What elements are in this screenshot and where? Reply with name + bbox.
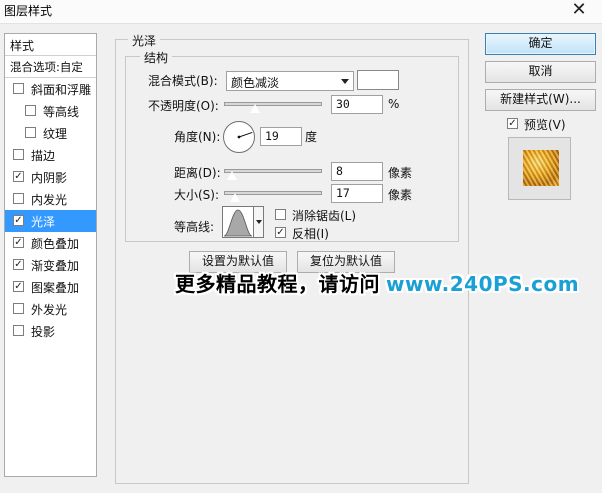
blend-mode-select[interactable]: 颜色减淡 (226, 71, 354, 91)
checkbox-box[interactable]: ✓ (507, 118, 518, 129)
style-item[interactable]: 投影 (5, 320, 96, 342)
chevron-down-icon (341, 79, 349, 84)
style-item-label: 等高线 (43, 105, 80, 119)
style-item[interactable]: 内发光 (5, 188, 96, 210)
size-unit: 像素 (388, 188, 413, 202)
invert-checkbox[interactable]: ✓ 反相(I) (275, 225, 329, 242)
anti-aliased-checkbox[interactable]: 消除锯齿(L) (275, 207, 356, 224)
opacity-label: 不透明度(O): (148, 99, 219, 113)
opacity-slider[interactable] (224, 102, 322, 113)
chevron-down-icon (256, 220, 262, 224)
blend-color-swatch[interactable] (357, 70, 399, 90)
style-item-checkbox[interactable]: ✓ (13, 171, 24, 182)
satin-section: 光泽 结构 混合模式(B): 颜色减淡 不透明度(O): 30 % 角度(N): (115, 32, 469, 484)
size-input[interactable]: 17 (331, 184, 383, 203)
style-item-label: 外发光 (31, 303, 68, 317)
style-item-checkbox[interactable] (25, 127, 36, 138)
style-item[interactable]: 纹理 (5, 122, 96, 144)
contour-dropdown[interactable] (254, 206, 264, 238)
style-item-checkbox[interactable] (13, 303, 24, 314)
style-item[interactable]: ✓ 内阴影 (5, 166, 96, 188)
watermark: 更多精品教程，请访问 www.240PS.com (175, 268, 579, 297)
distance-slider-thumb[interactable] (227, 171, 237, 180)
size-slider[interactable] (224, 191, 322, 202)
style-item-label: 纹理 (43, 127, 68, 141)
style-item[interactable]: 斜面和浮雕 (5, 78, 96, 100)
style-item-checkbox[interactable]: ✓ (13, 281, 24, 292)
blend-mode-label: 混合模式(B): (148, 74, 218, 88)
ok-button[interactable]: 确定 (485, 33, 596, 55)
distance-input[interactable]: 8 (331, 162, 383, 181)
blending-options-item[interactable]: 混合选项:自定 (5, 56, 96, 78)
style-item-label: 渐变叠加 (31, 259, 80, 273)
style-item-checkbox[interactable]: ✓ (13, 215, 24, 226)
window-title: 图层样式 (4, 4, 53, 18)
contour-label: 等高线: (174, 220, 215, 234)
style-item-label: 光泽 (31, 215, 56, 229)
style-item-label: 投影 (31, 325, 56, 339)
opacity-unit: % (388, 97, 400, 111)
watermark-url: www.240PS.com (386, 272, 580, 296)
size-label: 大小(S): (174, 188, 220, 202)
style-item[interactable]: 描边 (5, 144, 96, 166)
size-slider-thumb[interactable] (230, 193, 240, 202)
style-item-label: 颜色叠加 (31, 237, 80, 251)
style-item-label: 图案叠加 (31, 281, 80, 295)
style-item[interactable]: ✓ 渐变叠加 (5, 254, 96, 276)
contour-picker[interactable] (222, 206, 254, 238)
style-item-label: 内阴影 (31, 171, 68, 185)
angle-unit: 度 (305, 130, 318, 144)
structure-group-title: 结构 (140, 49, 173, 66)
style-item-checkbox[interactable] (13, 325, 24, 336)
preview-checkbox[interactable]: ✓ 预览(V) (507, 116, 566, 133)
style-item[interactable]: 等高线 (5, 100, 96, 122)
style-item[interactable]: ✓ 图案叠加 (5, 276, 96, 298)
opacity-slider-thumb[interactable] (250, 104, 260, 113)
title-bar: 图层样式 ✕ (0, 0, 602, 24)
contour-curve-icon (223, 209, 253, 237)
angle-input[interactable]: 19 (260, 127, 302, 146)
watermark-text: 更多精品教程，请访问 (175, 272, 380, 296)
style-item[interactable]: ✓ 光泽 (5, 210, 96, 232)
checkbox-box[interactable] (275, 209, 286, 220)
distance-slider[interactable] (224, 169, 322, 180)
angle-label: 角度(N): (174, 130, 221, 144)
preview-label: 预览(V) (524, 118, 566, 132)
satin-section-title: 光泽 (128, 32, 161, 49)
opacity-input[interactable]: 30 (331, 95, 383, 114)
style-item[interactable]: 外发光 (5, 298, 96, 320)
distance-label: 距离(D): (174, 166, 221, 180)
preview-swatch-image (523, 150, 559, 186)
style-item-checkbox[interactable]: ✓ (13, 237, 24, 248)
style-item[interactable]: ✓ 颜色叠加 (5, 232, 96, 254)
style-preview (508, 137, 571, 200)
style-item-label: 描边 (31, 149, 56, 163)
layer-style-dialog: 样式 混合选项:自定 斜面和浮雕等高线纹理描边 ✓ 内阴影内发光 ✓ 光泽 ✓ 颜色叠加 ✓ 渐… (0, 24, 602, 493)
style-item-checkbox[interactable]: ✓ (13, 259, 24, 270)
style-item-label: 斜面和浮雕 (31, 83, 92, 97)
structure-group: 结构 混合模式(B): 颜色减淡 不透明度(O): 30 % 角度(N): 19… (125, 49, 459, 242)
style-item-checkbox[interactable] (25, 105, 36, 116)
styles-header[interactable]: 样式 (5, 34, 96, 56)
blend-mode-value: 颜色减淡 (231, 76, 280, 90)
distance-unit: 像素 (388, 166, 413, 180)
style-item-checkbox[interactable] (13, 83, 24, 94)
style-item-label: 内发光 (31, 193, 68, 207)
style-item-checkbox[interactable] (13, 193, 24, 204)
checkbox-box[interactable]: ✓ (275, 227, 286, 238)
style-list: 样式 混合选项:自定 斜面和浮雕等高线纹理描边 ✓ 内阴影内发光 ✓ 光泽 ✓ 颜色叠加 ✓ 渐… (4, 33, 97, 477)
invert-label: 反相(I) (292, 227, 329, 241)
close-icon[interactable]: ✕ (556, 0, 602, 22)
anti-aliased-label: 消除锯齿(L) (292, 209, 357, 223)
new-style-button[interactable]: 新建样式(W)... (485, 89, 596, 111)
cancel-button[interactable]: 取消 (485, 61, 596, 83)
angle-dial-icon[interactable] (222, 120, 256, 154)
style-item-checkbox[interactable] (13, 149, 24, 160)
